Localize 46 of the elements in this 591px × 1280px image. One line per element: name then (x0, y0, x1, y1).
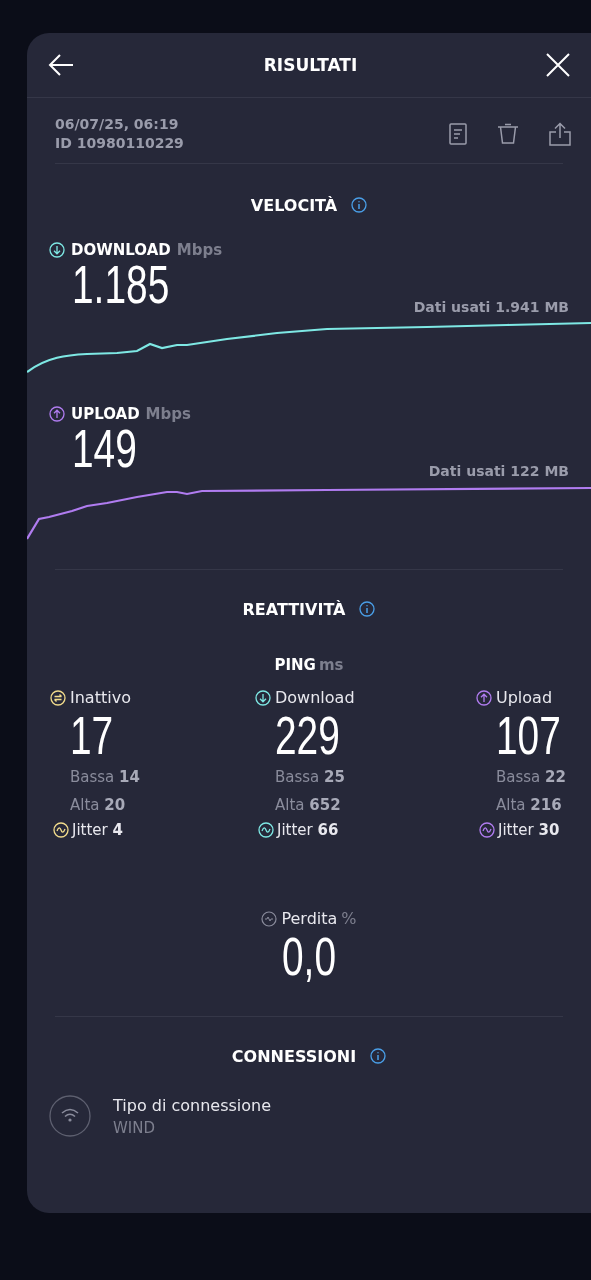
connection-type-value: WIND (113, 1118, 157, 1137)
ping-value: 17 (70, 708, 114, 762)
loss-value: 0,0 (282, 929, 337, 983)
section-title: VELOCITÀ (250, 195, 338, 215)
unit-label: % (341, 909, 357, 928)
ping-type-label: Upload (496, 688, 553, 707)
jitter-value: Jitter 30 (498, 821, 560, 839)
loss-icon (261, 910, 278, 927)
back-icon[interactable] (47, 53, 75, 77)
speed-value: 1.185 (72, 257, 170, 311)
test-date: 06/07/25, 06:19 (55, 115, 180, 134)
wifi-icon (49, 1095, 91, 1137)
section-title: REATTIVITÀ (242, 599, 346, 619)
ping-value: 107 (496, 708, 561, 762)
data-used: Dati usati 122 MB (428, 463, 569, 479)
screen-title: RISULTATI (263, 55, 358, 75)
data-used: Dati usati 1.941 MB (413, 299, 569, 315)
loss-label: Perdita (281, 909, 338, 928)
info-icon[interactable] (351, 197, 368, 213)
ping-type-label: Inattivo (70, 688, 131, 707)
unit-label: Mbps (145, 405, 191, 423)
section-title: CONNESSIONI (231, 1046, 357, 1066)
trash-icon[interactable] (497, 123, 519, 145)
close-icon[interactable] (546, 53, 570, 77)
low-ping: Bassa 25 (275, 767, 346, 788)
low-ping: Bassa 14 (70, 767, 141, 788)
high-ping: Alta 216 (496, 795, 563, 816)
high-ping: Alta 20 (70, 795, 127, 816)
ping-type-label: Download (275, 688, 355, 707)
low-ping: Bassa 22 (496, 767, 567, 788)
ping-value: 229 (275, 708, 340, 762)
high-ping: Alta 652 (275, 795, 342, 816)
document-icon[interactable] (449, 123, 467, 145)
info-icon[interactable] (359, 601, 376, 617)
test-label: UPLOAD (71, 405, 140, 423)
info-icon[interactable] (370, 1048, 387, 1064)
jitter-value: Jitter 4 (72, 821, 123, 839)
test-label: DOWNLOAD (71, 241, 171, 259)
share-icon[interactable] (549, 122, 571, 146)
connection-type-label: Tipo di connessione (113, 1095, 272, 1115)
unit-label: Mbps (176, 241, 223, 259)
ping-label: PING (274, 656, 316, 674)
speed-value: 149 (72, 421, 137, 475)
unit-label: ms (318, 656, 344, 674)
jitter-value: Jitter 66 (277, 821, 339, 839)
test-id: ID 10980110229 (55, 134, 184, 153)
